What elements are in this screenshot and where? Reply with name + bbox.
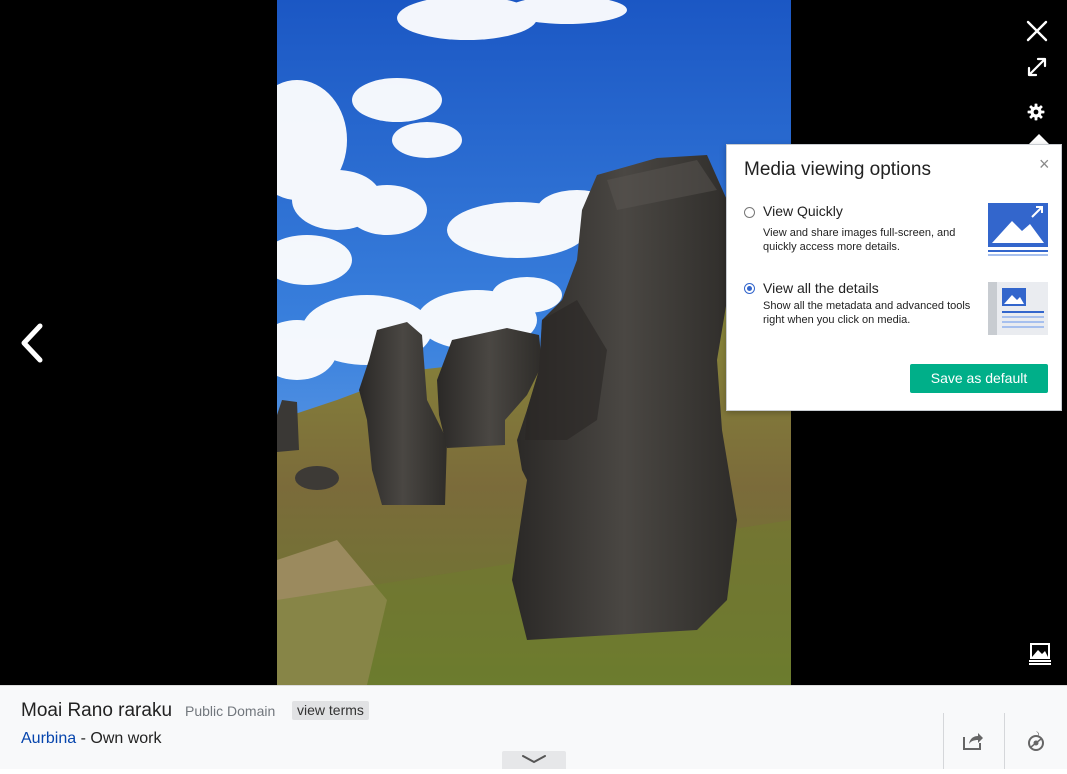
author-link[interactable]: Aurbina xyxy=(21,730,76,747)
reuse-button[interactable] xyxy=(1026,730,1046,752)
view-quickly-description: View and share images full-screen, and q… xyxy=(763,227,956,253)
fullscreen-button[interactable] xyxy=(1026,56,1048,78)
reuse-icon xyxy=(1028,731,1044,751)
view-quickly-illustration xyxy=(988,203,1048,261)
file-title: Moai Rano raraku xyxy=(21,700,173,721)
close-button[interactable] xyxy=(1026,20,1048,42)
chevron-left-icon xyxy=(21,323,43,363)
chevron-down-icon xyxy=(522,755,546,764)
view-all-details-radio[interactable] xyxy=(744,283,755,294)
credit-line: Aurbina - Own work xyxy=(21,730,162,748)
metadata-panel: Moai Rano raraku Public Domain view term… xyxy=(0,685,1067,769)
save-as-default-button[interactable]: Save as default xyxy=(910,364,1048,393)
close-icon xyxy=(1026,20,1048,42)
share-button[interactable] xyxy=(962,731,984,751)
share-icon xyxy=(963,733,983,750)
credit-suffix: - Own work xyxy=(76,730,162,747)
popup-title: Media viewing options xyxy=(744,159,931,180)
photo xyxy=(277,0,791,685)
gallery-button[interactable] xyxy=(1028,643,1052,665)
gallery-icon xyxy=(1029,643,1051,665)
license-label[interactable]: Public Domain xyxy=(185,703,275,719)
view-quickly-label[interactable]: View Quickly xyxy=(763,203,843,219)
view-quickly-radio[interactable] xyxy=(744,207,755,218)
previous-button[interactable] xyxy=(18,322,46,364)
view-all-details-illustration xyxy=(988,282,1048,340)
divider xyxy=(1004,713,1005,769)
gear-icon xyxy=(1027,103,1045,121)
view-terms-button[interactable]: view terms xyxy=(292,701,369,720)
expand-metadata-button[interactable] xyxy=(502,751,566,769)
view-all-details-label[interactable]: View all the details xyxy=(763,280,879,296)
media-viewing-options-popup: Media viewing options × View Quickly Vie… xyxy=(726,144,1062,411)
view-all-details-description: Show all the metadata and advanced tools… xyxy=(763,300,971,326)
fullscreen-icon xyxy=(1027,57,1047,77)
popup-close-button[interactable]: × xyxy=(1039,155,1050,173)
divider xyxy=(943,713,944,769)
options-button[interactable] xyxy=(1027,103,1045,121)
